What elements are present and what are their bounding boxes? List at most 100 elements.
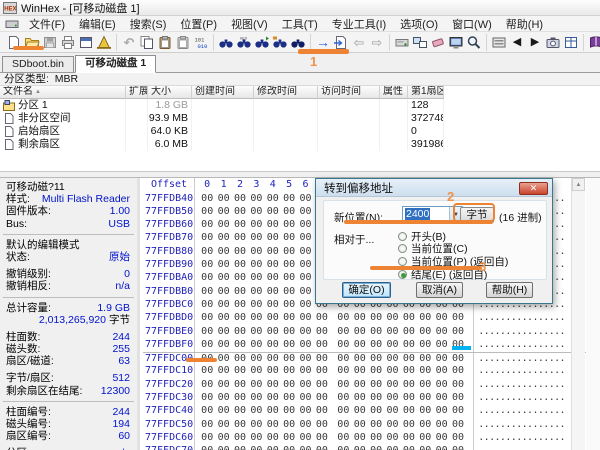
hex-byte[interactable]: 00 bbox=[297, 219, 313, 232]
hex-row[interactable]: 77FFDC3000000000000000000000000000000000… bbox=[143, 392, 600, 405]
hex-byte[interactable]: 00 bbox=[384, 392, 400, 405]
hex-byte[interactable]: 00 bbox=[417, 312, 433, 325]
hex-byte[interactable]: 00 bbox=[314, 365, 330, 378]
hex-byte[interactable]: 00 bbox=[401, 405, 417, 418]
find-again-icon[interactable] bbox=[289, 34, 307, 51]
hex-byte[interactable]: 00 bbox=[417, 445, 433, 450]
column-header[interactable]: 创建时间 bbox=[192, 86, 254, 99]
hex-byte[interactable]: 00 bbox=[232, 312, 248, 325]
hex-byte[interactable]: 00 bbox=[281, 312, 297, 325]
hex-byte[interactable]: 00 bbox=[417, 392, 433, 405]
hex-byte[interactable]: 00 bbox=[417, 432, 433, 445]
hex-byte[interactable]: 00 bbox=[248, 353, 264, 365]
hex-byte[interactable]: 00 bbox=[265, 326, 281, 339]
hex-byte[interactable]: 00 bbox=[248, 339, 264, 352]
hex-byte[interactable]: 00 bbox=[352, 353, 368, 365]
hex-byte[interactable]: 00 bbox=[215, 232, 231, 245]
hex-byte[interactable]: 00 bbox=[265, 392, 281, 405]
hex-byte[interactable]: 00 bbox=[450, 379, 466, 392]
clipboard-paste-icon[interactable] bbox=[156, 34, 174, 51]
hex-byte[interactable]: 00 bbox=[297, 312, 313, 325]
hex-byte[interactable]: 00 bbox=[265, 353, 281, 365]
hex-byte[interactable]: 00 bbox=[368, 445, 384, 450]
hex-byte[interactable]: 00 bbox=[281, 419, 297, 432]
help-icon[interactable] bbox=[587, 34, 600, 51]
hex-byte[interactable]: 00 bbox=[281, 232, 297, 245]
hex-byte[interactable]: 00 bbox=[199, 339, 215, 352]
hex-byte[interactable]: 00 bbox=[314, 419, 330, 432]
hex-byte[interactable]: 00 bbox=[199, 286, 215, 299]
hex-byte[interactable]: 00 bbox=[248, 326, 264, 339]
hex-byte[interactable]: 00 bbox=[281, 286, 297, 299]
column-header[interactable]: 文件名▲ bbox=[0, 86, 126, 99]
hex-byte[interactable]: 00 bbox=[384, 365, 400, 378]
hex-byte[interactable]: 00 bbox=[199, 246, 215, 259]
hex-byte[interactable]: 00 bbox=[352, 339, 368, 352]
hex-row[interactable]: 77FFDC4000000000000000000000000000000000… bbox=[143, 405, 600, 418]
hex-byte[interactable]: 00 bbox=[417, 326, 433, 339]
hex-byte[interactable]: 00 bbox=[335, 353, 351, 365]
hex-byte[interactable]: 00 bbox=[215, 432, 231, 445]
hex-byte[interactable]: 00 bbox=[297, 392, 313, 405]
hex-byte[interactable]: 00 bbox=[297, 232, 313, 245]
hex-byte[interactable]: 00 bbox=[248, 232, 264, 245]
hex-byte[interactable]: 00 bbox=[215, 246, 231, 259]
hex-row[interactable]: 77FFDC1000000000000000000000000000000000… bbox=[143, 365, 600, 378]
clipboard-copy-icon[interactable] bbox=[174, 34, 192, 51]
undo-icon[interactable]: ↶ bbox=[120, 34, 138, 51]
hex-byte[interactable]: 00 bbox=[433, 365, 449, 378]
hex-byte[interactable]: 00 bbox=[248, 286, 264, 299]
hex-byte[interactable]: 00 bbox=[297, 405, 313, 418]
goto-page-icon[interactable] bbox=[332, 34, 350, 51]
hex-byte[interactable]: 00 bbox=[248, 299, 264, 312]
hex-byte[interactable]: 00 bbox=[281, 246, 297, 259]
hex-byte[interactable]: 00 bbox=[215, 339, 231, 352]
radio-icon[interactable] bbox=[398, 244, 407, 253]
hex-row[interactable]: 77FFDBF000000000000000000000000000000000… bbox=[143, 339, 600, 352]
table-row[interactable]: 分区 11.8 GB128 bbox=[0, 99, 600, 112]
hex-byte[interactable]: 00 bbox=[248, 312, 264, 325]
hex-byte[interactable]: 00 bbox=[335, 392, 351, 405]
hex-byte[interactable]: 00 bbox=[297, 379, 313, 392]
hex-byte[interactable]: 00 bbox=[401, 312, 417, 325]
hex-byte[interactable]: 00 bbox=[248, 392, 264, 405]
hex-byte[interactable]: 00 bbox=[384, 312, 400, 325]
hex-byte[interactable]: 00 bbox=[352, 432, 368, 445]
hex-byte[interactable]: 00 bbox=[215, 419, 231, 432]
hex-byte[interactable]: 00 bbox=[297, 272, 313, 285]
hex-byte[interactable]: 00 bbox=[265, 206, 281, 219]
hex-byte[interactable]: 00 bbox=[417, 339, 433, 352]
hex-byte[interactable]: 00 bbox=[281, 193, 297, 206]
hex-byte[interactable]: 00 bbox=[368, 392, 384, 405]
hex-byte[interactable]: 00 bbox=[199, 232, 215, 245]
hex-byte[interactable]: 00 bbox=[335, 365, 351, 378]
hex-byte[interactable]: 00 bbox=[232, 272, 248, 285]
hex-ascii[interactable]: ................ bbox=[478, 379, 565, 392]
camera-icon[interactable] bbox=[544, 34, 562, 51]
hex-byte[interactable]: 00 bbox=[281, 365, 297, 378]
table-row[interactable]: 非分区空间93.9 MB3727488 bbox=[0, 112, 600, 125]
hex-byte[interactable]: 00 bbox=[281, 445, 297, 450]
hex-byte[interactable]: 00 bbox=[215, 219, 231, 232]
hex-byte[interactable]: 00 bbox=[433, 405, 449, 418]
forward-icon[interactable]: ⇨ bbox=[368, 34, 386, 51]
zoom-icon[interactable] bbox=[465, 34, 483, 51]
hex-byte[interactable]: 00 bbox=[297, 246, 313, 259]
hex-byte[interactable]: 00 bbox=[232, 445, 248, 450]
hex-byte[interactable]: 00 bbox=[232, 299, 248, 312]
hex-byte[interactable]: 00 bbox=[248, 193, 264, 206]
hex-byte[interactable]: 00 bbox=[232, 193, 248, 206]
hex-byte[interactable]: 00 bbox=[314, 379, 330, 392]
hex-byte[interactable]: 00 bbox=[232, 339, 248, 352]
data-interpreter-icon[interactable] bbox=[490, 34, 508, 51]
hex-byte[interactable]: 00 bbox=[417, 419, 433, 432]
hex-byte[interactable]: 00 bbox=[314, 353, 330, 365]
hex-byte[interactable]: 00 bbox=[450, 419, 466, 432]
hex-ascii[interactable]: ................ bbox=[478, 405, 565, 418]
hex-byte[interactable]: 00 bbox=[368, 432, 384, 445]
hex-byte[interactable]: 00 bbox=[433, 419, 449, 432]
hex-byte[interactable]: 00 bbox=[232, 365, 248, 378]
hex-byte[interactable]: 00 bbox=[368, 353, 384, 365]
hex-byte[interactable]: 00 bbox=[352, 392, 368, 405]
hex-byte[interactable]: 00 bbox=[199, 193, 215, 206]
